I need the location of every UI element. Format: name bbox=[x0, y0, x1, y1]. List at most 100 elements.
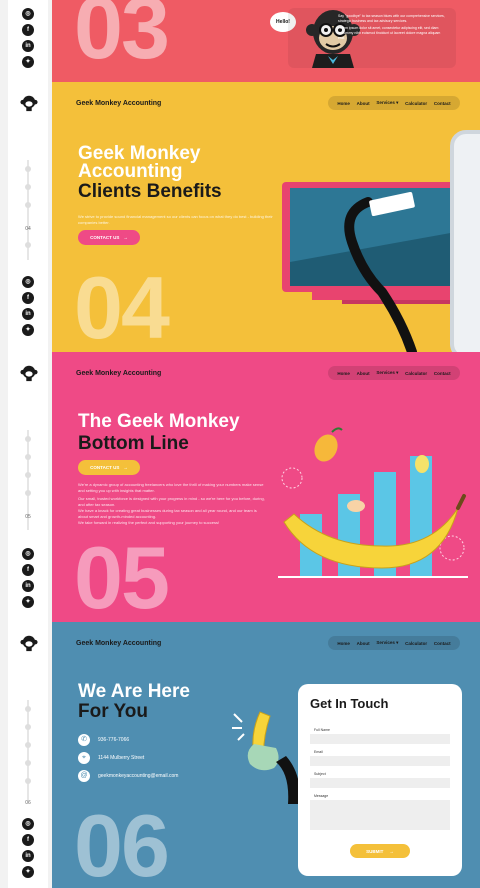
contact-form: Get In Touch Full Name Email Subject Mes… bbox=[298, 684, 462, 876]
monkey-logo-icon[interactable] bbox=[20, 364, 38, 382]
nav-item-calculator[interactable]: Calculator bbox=[405, 371, 427, 376]
section-body-1: We're a dynamic group of accounting free… bbox=[78, 482, 264, 493]
field-label-message: Message bbox=[314, 794, 329, 798]
email-icon: @ bbox=[78, 770, 90, 782]
location-pin-icon: ⌖ bbox=[78, 752, 90, 764]
section-body-4: We take forward in realizing the perfect… bbox=[78, 520, 220, 525]
section-title-line2: For You bbox=[78, 701, 149, 722]
section-05: Geek Monkey Accounting Home About Servic… bbox=[52, 352, 480, 622]
intro-card: Say "goodbye" to tax season blues with o… bbox=[288, 8, 456, 68]
nav-item-services[interactable]: Services ▾ bbox=[376, 100, 398, 106]
contact-email[interactable]: @ geekmonkeyaccounting@email.com bbox=[78, 770, 178, 782]
subject-input[interactable] bbox=[310, 778, 450, 788]
intro-paragraph-2: Lorem ipsum dolor sit amet, consectetur … bbox=[338, 26, 441, 40]
rail-dot[interactable] bbox=[25, 724, 31, 730]
section-title-line3: Clients Benefits bbox=[78, 181, 222, 202]
instagram-icon[interactable]: ◎ bbox=[22, 276, 34, 288]
instagram-icon[interactable]: ◎ bbox=[22, 548, 34, 560]
nav-item-contact[interactable]: Contact bbox=[434, 371, 451, 376]
rail-dot[interactable] bbox=[25, 742, 31, 748]
rail-dot[interactable] bbox=[25, 490, 31, 496]
section-title-line1: The Geek Monkey bbox=[78, 411, 240, 432]
nav-menu: Home About Services ▾ Calculator Contact bbox=[328, 636, 460, 650]
contact-phone[interactable]: ✆ 936-776-7066 bbox=[78, 734, 129, 746]
section-number: 05 bbox=[74, 528, 170, 622]
nav-item-about[interactable]: About bbox=[357, 641, 370, 646]
rail-dot[interactable] bbox=[25, 436, 31, 442]
monkey-logo-icon[interactable] bbox=[20, 94, 38, 112]
facebook-icon[interactable]: f bbox=[22, 292, 34, 304]
arrow-right-icon: → bbox=[123, 235, 128, 240]
twitter-icon[interactable]: ✦ bbox=[22, 596, 34, 608]
rail-dot[interactable] bbox=[25, 184, 31, 190]
monkey-logo-icon[interactable] bbox=[20, 634, 38, 652]
contact-us-button[interactable]: CONTACT US → bbox=[78, 230, 140, 245]
main-content: 03 Hello! Say "goodbye" to tax season bl… bbox=[52, 0, 480, 888]
rail-section-number: 04 bbox=[25, 226, 31, 232]
section-number: 04 bbox=[74, 258, 170, 352]
fruit-chart-illustration bbox=[278, 427, 468, 578]
rail-dot[interactable] bbox=[25, 242, 31, 248]
laptop-illustration bbox=[282, 182, 462, 352]
phone-mockup bbox=[450, 130, 480, 352]
linkedin-icon[interactable]: in bbox=[22, 40, 34, 52]
section-title-line2: Bottom Line bbox=[78, 433, 189, 454]
rail-section-number: 06 bbox=[25, 800, 31, 806]
field-label-email: Email bbox=[314, 750, 323, 754]
nav-item-about[interactable]: About bbox=[357, 371, 370, 376]
message-textarea[interactable] bbox=[310, 800, 450, 830]
nav-item-about[interactable]: About bbox=[357, 101, 370, 106]
email-input[interactable] bbox=[310, 756, 450, 766]
side-rail: ◎ f in ✦ 04 ◎ f in ✦ 05 ◎ f in ✦ 06 ◎ f … bbox=[8, 0, 48, 888]
instagram-icon[interactable]: ◎ bbox=[22, 818, 34, 830]
twitter-icon[interactable]: ✦ bbox=[22, 56, 34, 68]
nav-item-home[interactable]: Home bbox=[337, 641, 350, 646]
rail-dot[interactable] bbox=[25, 166, 31, 172]
submit-button[interactable]: SUBMIT → bbox=[350, 844, 410, 858]
rail-section-number: 05 bbox=[25, 514, 31, 520]
facebook-icon[interactable]: f bbox=[22, 24, 34, 36]
nav-item-calculator[interactable]: Calculator bbox=[405, 101, 427, 106]
contact-us-button[interactable]: CONTACT US → bbox=[78, 460, 140, 475]
section-06: Geek Monkey Accounting Home About Servic… bbox=[52, 622, 480, 888]
intro-paragraph: Say "goodbye" to tax season blues with o… bbox=[338, 14, 445, 23]
arrow-right-icon: → bbox=[123, 465, 128, 470]
rail-dot[interactable] bbox=[25, 760, 31, 766]
rail-dot[interactable] bbox=[25, 472, 31, 478]
linkedin-icon[interactable]: in bbox=[22, 580, 34, 592]
linkedin-icon[interactable]: in bbox=[22, 850, 34, 862]
nav-item-home[interactable]: Home bbox=[337, 101, 350, 106]
rail-dot[interactable] bbox=[25, 454, 31, 460]
twitter-icon[interactable]: ✦ bbox=[22, 866, 34, 878]
nav-item-contact[interactable]: Contact bbox=[434, 101, 451, 106]
full-name-input[interactable] bbox=[310, 734, 450, 744]
arrow-right-icon: → bbox=[389, 848, 394, 854]
rail-dot[interactable] bbox=[25, 202, 31, 208]
nav-menu: Home About Services ▾ Calculator Contact bbox=[328, 366, 460, 380]
field-label-full-name: Full Name bbox=[314, 728, 330, 732]
linkedin-icon[interactable]: in bbox=[22, 308, 34, 320]
nav-menu: Home About Services ▾ Calculator Contact bbox=[328, 96, 460, 110]
nav-item-home[interactable]: Home bbox=[337, 371, 350, 376]
rail-dot[interactable] bbox=[25, 706, 31, 712]
nav-item-contact[interactable]: Contact bbox=[434, 641, 451, 646]
nav-item-calculator[interactable]: Calculator bbox=[405, 641, 427, 646]
facebook-icon[interactable]: f bbox=[22, 834, 34, 846]
page: ◎ f in ✦ 04 ◎ f in ✦ 05 ◎ f in ✦ 06 ◎ f … bbox=[0, 0, 480, 888]
section-body-2: Our small, trusted workforce is designed… bbox=[78, 496, 265, 507]
nav-item-services[interactable]: Services ▾ bbox=[376, 370, 398, 376]
section-body: We strive to provide sound financial man… bbox=[78, 214, 273, 225]
banana-hand-illustration bbox=[232, 711, 300, 804]
nav-item-services[interactable]: Services ▾ bbox=[376, 640, 398, 646]
nav-brand[interactable]: Geek Monkey Accounting bbox=[76, 370, 161, 377]
field-label-subject: Subject bbox=[314, 772, 326, 776]
contact-address[interactable]: ⌖ 1144 Mulberry Street bbox=[78, 752, 144, 764]
instagram-icon[interactable]: ◎ bbox=[22, 8, 34, 20]
section-body-3: We have a knack for creating great busin… bbox=[78, 508, 257, 519]
facebook-icon[interactable]: f bbox=[22, 564, 34, 576]
nav-brand[interactable]: Geek Monkey Accounting bbox=[76, 640, 161, 647]
rail-dot[interactable] bbox=[25, 778, 31, 784]
section-04: Geek Monkey Accounting Home About Servic… bbox=[52, 82, 480, 352]
nav-brand[interactable]: Geek Monkey Accounting bbox=[76, 100, 161, 107]
twitter-icon[interactable]: ✦ bbox=[22, 324, 34, 336]
